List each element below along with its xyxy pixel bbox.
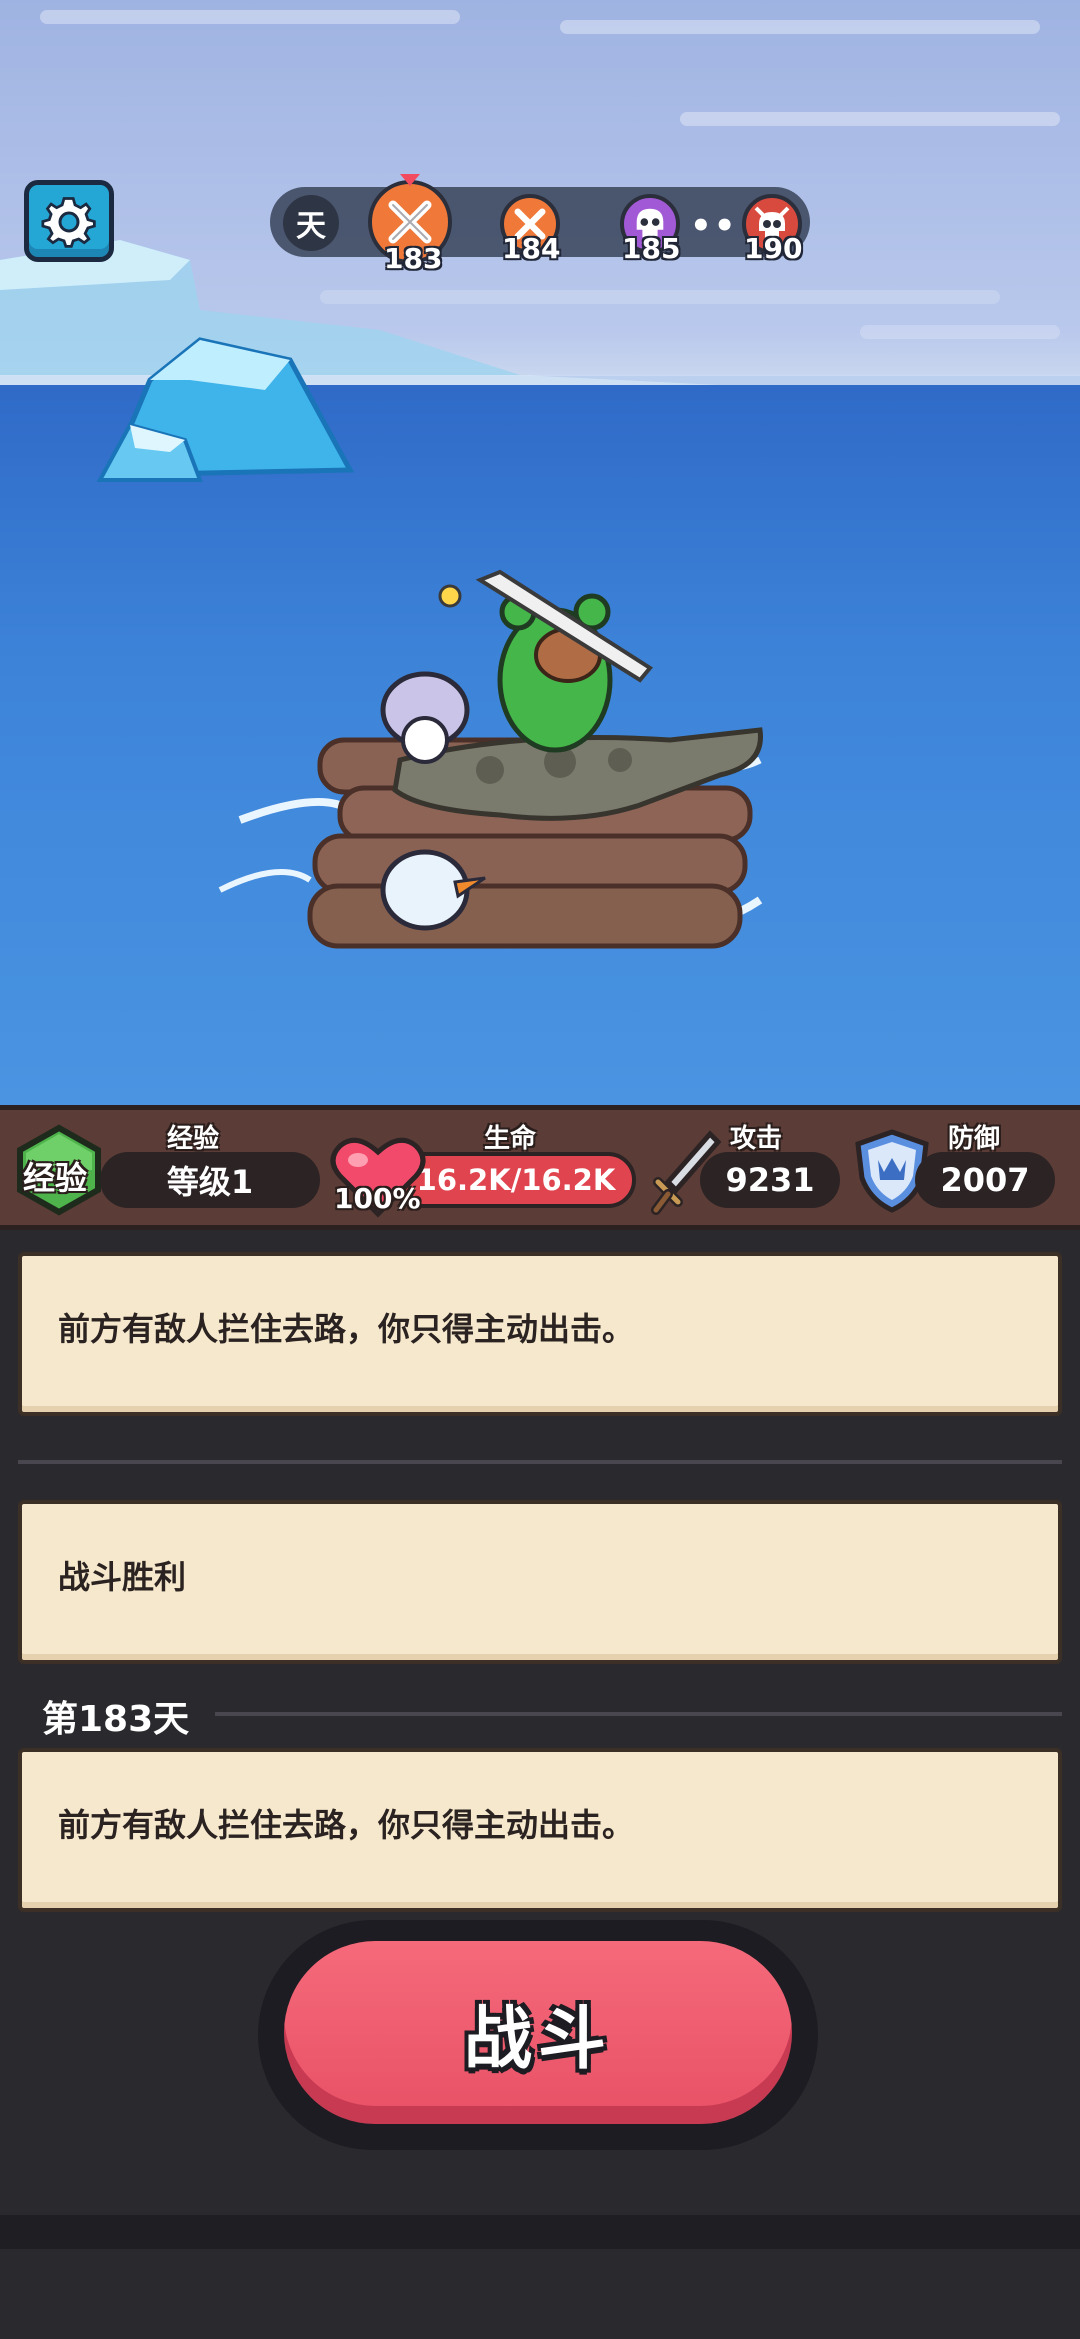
current-day-marker-icon [400, 174, 420, 186]
log-divider [215, 1712, 1062, 1716]
attack-value: 9231 [700, 1152, 840, 1208]
day-number: 183 [384, 242, 443, 275]
hp-value: 16.2K/16.2K [416, 1163, 616, 1197]
log-card: 战斗胜利 [18, 1500, 1062, 1664]
exp-title: 经验 [167, 1124, 220, 1154]
day-number: 185 [622, 232, 681, 265]
log-card: 前方有敌人拦住去路，你只得主动出击。 [18, 1748, 1062, 1912]
day-number: 190 [744, 232, 803, 265]
log-text: 前方有敌人拦住去路，你只得主动出击。 [58, 1310, 635, 1348]
defense-value: 2007 [915, 1152, 1055, 1208]
exp-badge-label: 经验 [23, 1159, 88, 1197]
log-text: 前方有敌人拦住去路，你只得主动出击。 [58, 1806, 635, 1844]
log-divider [18, 1460, 1062, 1464]
fight-button-label: 战斗 [463, 2000, 612, 2079]
defense-title: 防御 [948, 1124, 1001, 1154]
day-label: 天 [283, 195, 339, 251]
attack-title: 攻击 [730, 1124, 783, 1154]
day-heading: 第183天 [42, 1699, 190, 1740]
log-card: 前方有敌人拦住去路，你只得主动出击。 [18, 1252, 1062, 1416]
raft-with-heroes [218, 569, 763, 949]
hp-title: 生命 [484, 1124, 537, 1154]
hp-bar: 16.2K/16.2K [396, 1152, 636, 1208]
day-number: 184 [502, 232, 561, 265]
gear-icon [41, 197, 96, 248]
level-value: 等级1 [100, 1152, 320, 1208]
settings-button[interactable] [24, 180, 114, 262]
fight-button[interactable]: 战斗 [278, 1935, 798, 2130]
crossed-swords-icon [388, 200, 432, 244]
game-scene [0, 0, 1080, 1105]
bottom-strip [0, 2215, 1080, 2249]
log-text: 战斗胜利 [58, 1558, 187, 1596]
stats-bar: 经验 经验 等级1 生命 16.2K/16.2K 100% 攻击 9231 防御… [0, 1105, 1080, 1230]
hp-percent: 100% [334, 1182, 421, 1215]
iceberg [96, 337, 355, 482]
